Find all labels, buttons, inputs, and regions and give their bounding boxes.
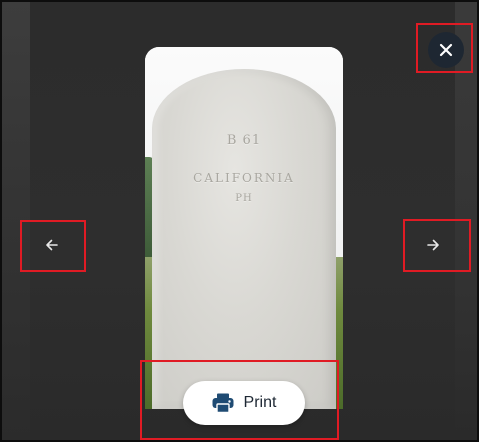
headstone-photo: B 61 CALIFORNIA PH <box>145 47 343 409</box>
arrow-right-icon <box>427 239 439 251</box>
next-photo-button[interactable] <box>417 229 449 261</box>
close-icon <box>439 43 453 57</box>
headstone: B 61 CALIFORNIA PH <box>152 69 336 409</box>
print-button-label: Print <box>243 394 277 411</box>
image-viewer-dialog: B 61 CALIFORNIA PH Print <box>0 0 479 442</box>
background-scenery-left <box>2 2 30 440</box>
headstone-line-3: PH <box>235 193 253 204</box>
previous-photo-button[interactable] <box>36 229 68 261</box>
close-button[interactable] <box>428 32 464 68</box>
print-button[interactable]: Print <box>183 381 305 425</box>
background-scenery-right <box>455 2 477 440</box>
printer-icon <box>212 393 234 413</box>
arrow-left-icon <box>46 239 58 251</box>
headstone-line-2: CALIFORNIA <box>193 171 295 185</box>
headstone-line-1: B 61 <box>226 133 262 148</box>
